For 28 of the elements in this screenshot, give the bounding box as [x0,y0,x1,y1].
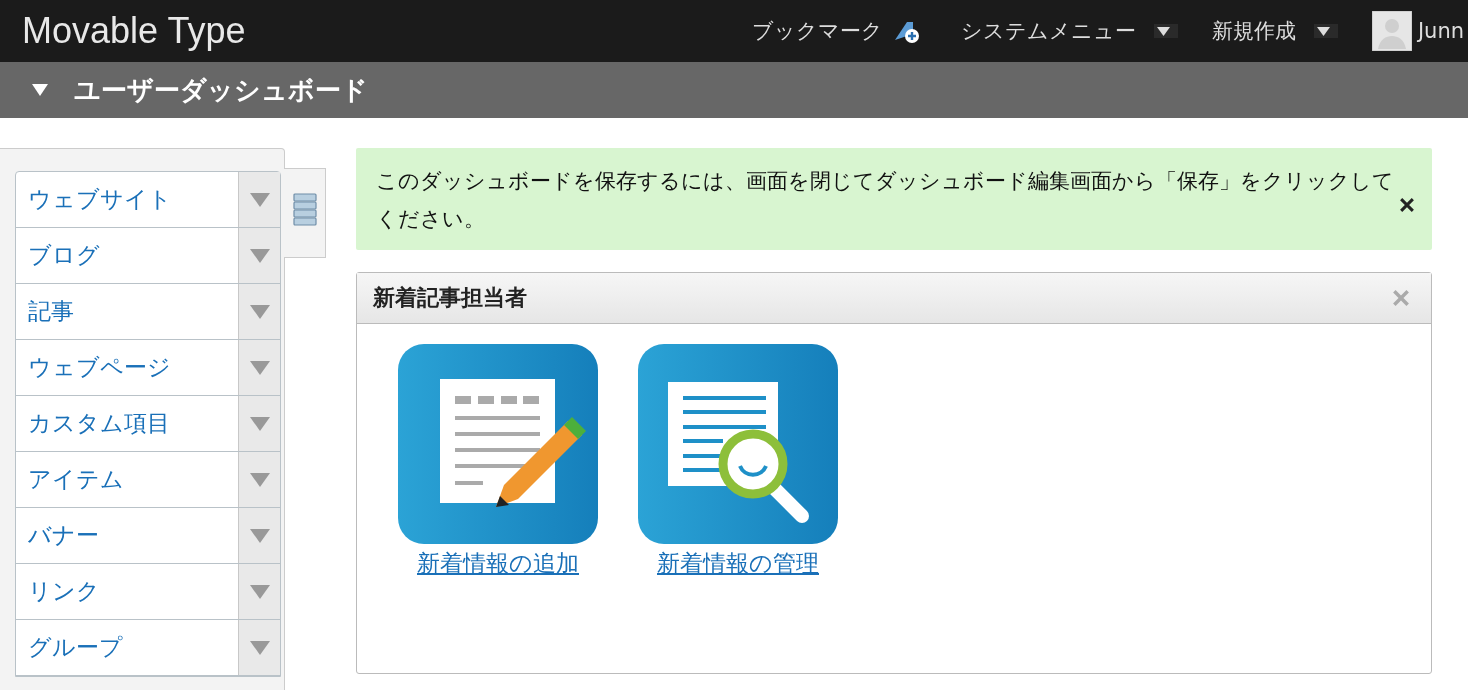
new-menu[interactable]: 新規作成 [1211,17,1296,45]
dropdown-caret-icon[interactable] [1153,24,1178,38]
dropdown-caret-icon[interactable] [1313,24,1338,38]
sidebar-item[interactable]: 記事 [16,284,238,339]
sidebar-tab[interactable] [284,168,326,258]
sidebar-item[interactable]: ウェブページ [16,340,238,395]
widget-link[interactable]: 新着情報の管理 [657,548,819,579]
avatar-icon[interactable] [1371,11,1412,51]
server-icon [292,193,317,227]
close-icon[interactable] [1400,198,1414,212]
sidebar-item[interactable]: グループ [16,620,238,675]
sidebar-item[interactable]: バナー [16,508,238,563]
page-title: ユーザーダッシュボード [74,73,368,107]
notice-text: このダッシュボードを保存するには、画面を閉じてダッシュボード編集画面から「保存」をクリックしてください。 [376,168,1394,233]
widget-link[interactable]: 新着情報の追加 [417,548,579,579]
bookmark-menu[interactable]: ブックマーク [751,17,883,45]
document-pencil-icon[interactable] [398,344,598,544]
sidebar-item[interactable]: リンク [16,564,238,619]
widget-title: 新着記事担当者 [373,284,527,312]
collapse-triangle-icon[interactable] [32,84,48,96]
sidebar-item[interactable]: カスタム項目 [16,396,238,451]
logo[interactable]: Movable Type [0,10,246,52]
system-menu[interactable]: システムメニュー [960,17,1136,45]
sidebar-item[interactable]: ブログ [16,228,238,283]
document-magnifier-icon[interactable] [638,344,838,544]
sidebar-item[interactable]: アイテム [16,452,238,507]
user-name[interactable]: Junn [1417,19,1464,43]
sidebar-item[interactable]: ウェブサイト [16,172,238,227]
